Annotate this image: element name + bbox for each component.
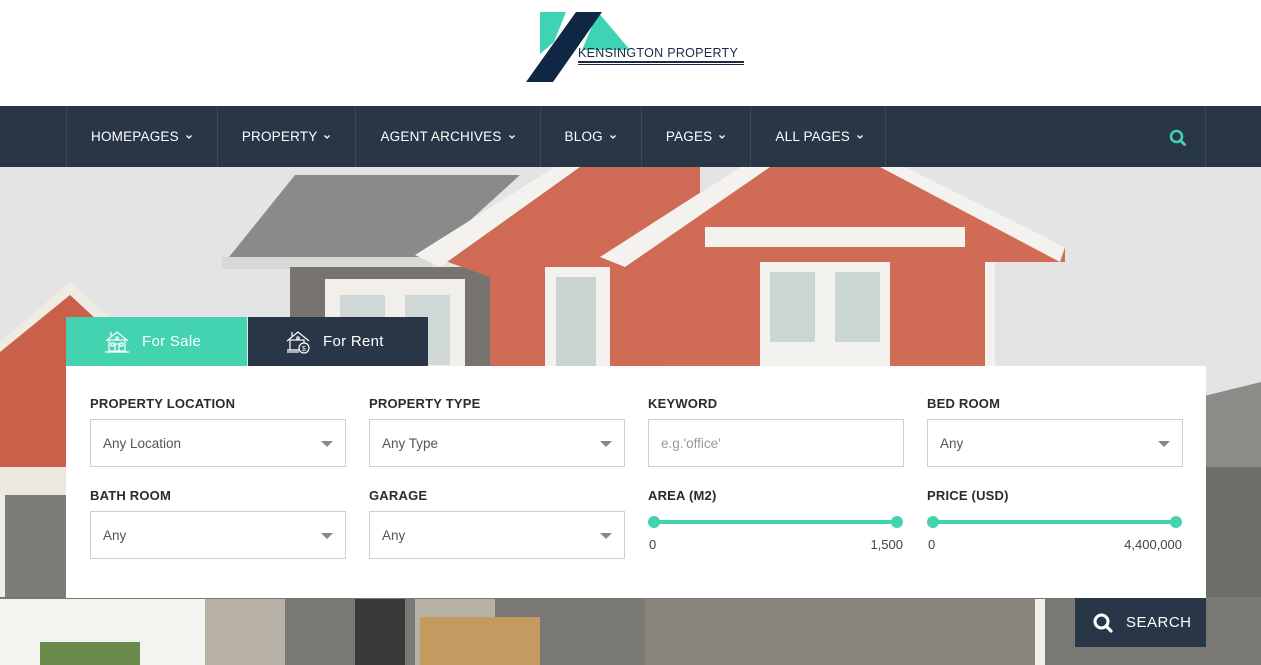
nav-item-label: PROPERTY — [241, 129, 318, 144]
select-value: Any Location — [103, 435, 182, 451]
property-type-select[interactable]: Any Type — [369, 419, 625, 467]
range-handle-min[interactable] — [648, 516, 660, 528]
price-range-slider[interactable] — [927, 515, 1182, 529]
caret-down-icon — [600, 441, 612, 447]
range-track — [933, 520, 1176, 524]
area-min-value: 0 — [649, 537, 657, 552]
price-label: PRICE (USD) — [927, 488, 1009, 503]
nav-item-all-pages[interactable]: ALL PAGES — [750, 106, 888, 167]
select-value: Any — [382, 527, 406, 543]
nav-item-label: ALL PAGES — [775, 129, 850, 144]
nav-item-agent-archives[interactable]: AGENT ARCHIVES — [355, 106, 539, 167]
nav-divider — [885, 106, 886, 167]
logo-underline — [578, 61, 744, 63]
tab-for-rent[interactable]: $ For Rent — [248, 317, 428, 366]
garage-label: GARAGE — [369, 488, 428, 503]
search-button-label: SEARCH — [1126, 614, 1192, 631]
property-type-label: PROPERTY TYPE — [369, 396, 481, 411]
property-search-panel: PROPERTY LOCATION Any Location PROPERTY … — [66, 366, 1206, 598]
caret-down-icon — [321, 533, 333, 539]
chevron-down-icon — [857, 134, 863, 139]
main-nav: HOMEPAGES PROPERTY AGENT ARCHIVES BLOG P… — [0, 106, 1261, 167]
nav-item-blog[interactable]: BLOG — [539, 106, 641, 167]
area-label: AREA (M2) — [648, 488, 717, 503]
area-max-value: 1,500 — [870, 537, 903, 552]
chevron-down-icon — [508, 134, 515, 139]
caret-down-icon — [600, 533, 612, 539]
garage-select[interactable]: Any — [369, 511, 625, 559]
logo-underline-thin — [578, 64, 744, 65]
chevron-down-icon — [324, 134, 331, 139]
bathroom-select[interactable]: Any — [90, 511, 346, 559]
site-header: KENSINGTON PROPERTY — [0, 0, 1261, 106]
nav-divider — [1205, 106, 1206, 167]
keyword-label: KEYWORD — [648, 396, 718, 411]
svg-text:$: $ — [302, 346, 306, 353]
range-handle-min[interactable] — [927, 516, 939, 528]
search-icon[interactable] — [1168, 128, 1188, 148]
nav-item-label: AGENT ARCHIVES — [380, 129, 502, 144]
select-value: Any — [940, 435, 964, 451]
tab-label: For Rent — [323, 333, 384, 350]
nav-item-homepages[interactable]: HOMEPAGES — [66, 106, 217, 167]
logo-text: KENSINGTON PROPERTY — [578, 46, 739, 60]
house-dollar-icon: $ — [286, 330, 310, 354]
range-handle-max[interactable] — [891, 516, 903, 528]
nav-item-label: PAGES — [665, 129, 713, 144]
property-location-label: PROPERTY LOCATION — [90, 396, 236, 411]
house-icon — [105, 330, 129, 353]
nav-item-pages[interactable]: PAGES — [640, 106, 751, 167]
price-min-value: 0 — [928, 537, 936, 552]
select-value: Any — [103, 527, 127, 543]
tab-label: For Sale — [142, 333, 202, 350]
caret-down-icon — [321, 441, 333, 447]
range-handle-max[interactable] — [1170, 516, 1182, 528]
property-location-select[interactable]: Any Location — [90, 419, 346, 467]
chevron-down-icon — [185, 134, 192, 139]
select-value: Any Type — [382, 435, 439, 451]
range-track — [654, 520, 897, 524]
search-button[interactable]: SEARCH — [1075, 598, 1206, 647]
search-icon — [1093, 613, 1113, 633]
keyword-input[interactable] — [648, 419, 904, 467]
nav-item-label: HOMEPAGES — [91, 129, 179, 144]
tab-for-sale[interactable]: For Sale — [66, 317, 247, 366]
chevron-down-icon — [719, 134, 726, 139]
price-max-value: 4,400,000 — [1124, 537, 1182, 552]
bedroom-label: BED ROOM — [927, 396, 1001, 411]
nav-item-label: BLOG — [564, 129, 603, 144]
bedroom-select[interactable]: Any — [927, 419, 1183, 467]
nav-item-property[interactable]: PROPERTY — [216, 106, 356, 167]
chevron-down-icon — [609, 134, 616, 139]
area-range-slider[interactable] — [648, 515, 903, 529]
caret-down-icon — [1158, 441, 1170, 447]
bathroom-label: BATH ROOM — [90, 488, 171, 503]
